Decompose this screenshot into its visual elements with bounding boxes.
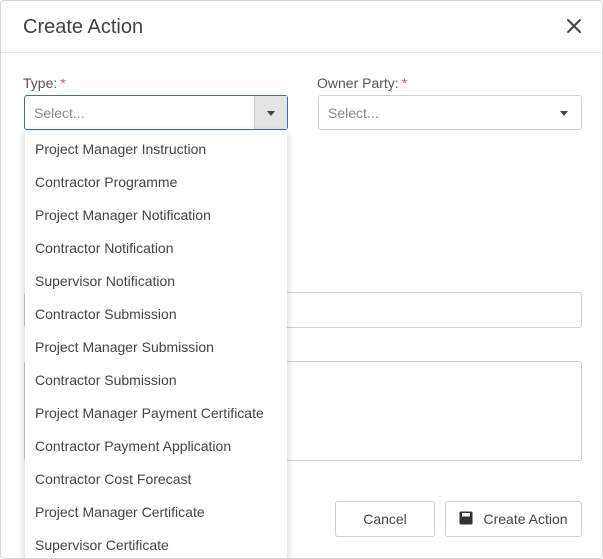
chevron-down-icon bbox=[267, 111, 275, 116]
type-dropdown-list: Project Manager Instruction Contractor P… bbox=[25, 131, 287, 558]
owner-party-select[interactable]: Select... bbox=[318, 95, 582, 130]
owner-party-required-marker: * bbox=[401, 75, 408, 91]
list-item[interactable]: Project Manager Notification bbox=[25, 197, 287, 230]
type-label-text: Type: bbox=[23, 75, 58, 91]
list-item[interactable]: Contractor Submission bbox=[25, 296, 287, 329]
list-item[interactable]: Project Manager Submission bbox=[25, 329, 287, 362]
owner-party-label: Owner Party: * bbox=[317, 75, 407, 91]
type-label: Type: * bbox=[23, 75, 66, 91]
create-action-button[interactable]: Create Action bbox=[445, 501, 582, 537]
dialog-title: Create Action bbox=[23, 16, 144, 38]
type-select-toggle[interactable] bbox=[254, 96, 287, 129]
owner-party-select-toggle[interactable] bbox=[548, 96, 581, 129]
list-item[interactable]: Project Manager Certificate bbox=[25, 494, 287, 527]
create-action-dialog: Create Action Type: * Select... Owner Par… bbox=[0, 0, 603, 559]
type-select[interactable]: Select... bbox=[24, 95, 288, 130]
close-button[interactable] bbox=[564, 16, 584, 36]
list-item[interactable]: Contractor Payment Application bbox=[25, 428, 287, 461]
owner-party-select-placeholder: Select... bbox=[328, 105, 379, 121]
chevron-down-icon bbox=[560, 111, 568, 116]
list-item[interactable]: Contractor Notification bbox=[25, 230, 287, 263]
type-select-placeholder: Select... bbox=[34, 105, 85, 121]
list-item[interactable]: Contractor Submission bbox=[25, 362, 287, 395]
list-item[interactable]: Supervisor Notification bbox=[25, 263, 287, 296]
create-action-button-label: Create Action bbox=[483, 511, 568, 527]
owner-party-label-text: Owner Party: bbox=[317, 75, 399, 91]
cancel-button[interactable]: Cancel bbox=[335, 501, 435, 537]
dialog-header: Create Action bbox=[1, 1, 602, 53]
list-item[interactable]: Project Manager Instruction bbox=[25, 131, 287, 164]
close-icon bbox=[567, 19, 581, 33]
type-required-marker: * bbox=[60, 75, 66, 91]
list-item[interactable]: Project Manager Payment Certificate bbox=[25, 395, 287, 428]
list-item[interactable]: Contractor Programme bbox=[25, 164, 287, 197]
cancel-button-label: Cancel bbox=[363, 511, 407, 527]
list-item[interactable]: Supervisor Certificate bbox=[25, 527, 287, 558]
list-item[interactable]: Contractor Cost Forecast bbox=[25, 461, 287, 494]
save-icon bbox=[459, 511, 473, 528]
